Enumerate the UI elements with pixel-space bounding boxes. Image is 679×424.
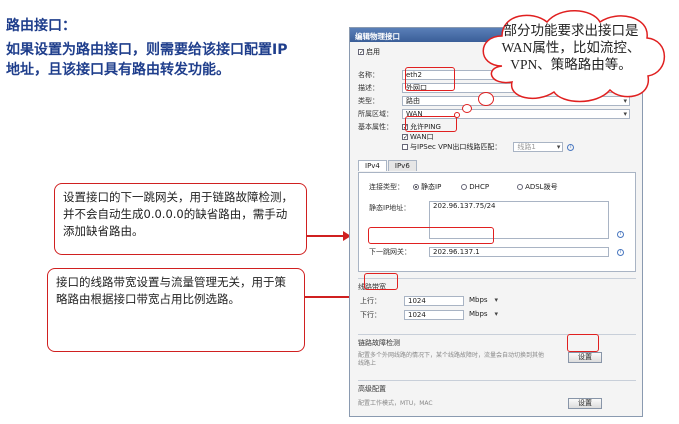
ipv4-panel: 连接类型： 静态IP DHCP ADSL拨号 静态IP地址： 202.96.13… (358, 172, 636, 272)
fault-button-highlight (567, 334, 599, 352)
up-field[interactable]: 1024 (404, 296, 464, 306)
advanced-title: 高级配置 (358, 385, 386, 393)
gateway-arrow (307, 231, 351, 241)
ip-info-icon: i (617, 231, 624, 238)
static-ip-radio[interactable] (413, 184, 419, 190)
conn-type-label: 连接类型： (369, 183, 404, 191)
adsl-option: ADSL拨号 (525, 183, 558, 191)
zone-label: 所属区域： (358, 110, 393, 118)
desc-highlight (405, 67, 455, 91)
ipsec-label: 与IPSec VPN出口线路匹配： (410, 143, 502, 151)
wan-label: WAN口 (410, 133, 434, 141)
down-field[interactable]: 1024 (404, 310, 464, 320)
cloud-callout-text: 部分功能要求出接口是WAN属性，比如流控、VPN、策略路由等。 (501, 23, 641, 72)
up-label: 上行： (360, 297, 381, 305)
fault-desc: 配置多个外网线路的情况下，某个线路故障时，流量会自动切换到其他线路上 (358, 352, 545, 367)
gateway-callout: 设置接口的下一跳网关，用于链路故障检测，并不会自动生成0.0.0.0的缺省路由，… (54, 183, 307, 255)
gateway-info-icon: i (617, 248, 624, 256)
down-label: 下行： (360, 311, 381, 319)
bandwidth-section: 线路带宽 上行： 1024 Mbps 下行： 1024 Mbps (358, 278, 636, 330)
cloud-bubble-medium (462, 104, 472, 113)
up-unit-select[interactable]: Mbps (466, 296, 500, 306)
cloud-bubble-small (454, 112, 460, 118)
info-icon: i (567, 143, 575, 151)
bandwidth-callout: 接口的线路带宽设置与流量管理无关，用于策略路由根据接口带宽占用比例选路。 (47, 268, 305, 352)
adsl-radio[interactable] (517, 184, 524, 190)
enable-label: 启用 (366, 48, 380, 56)
static-ip-addr-value: 202.96.137.75/24 (433, 202, 496, 210)
desc-label: 描述： (358, 84, 379, 92)
gateway-field[interactable]: 202.96.137.1 (429, 247, 609, 257)
slide-title: 路由接口： (6, 18, 76, 34)
bandwidth-arrow (305, 292, 357, 302)
ipsec-select[interactable]: 线路1 (513, 142, 564, 152)
tab-ipv6[interactable]: IPv6 (387, 160, 417, 171)
slide-body-text: 如果设置为路由接口，则需要给该接口配置IP地址，且该接口具有路由转发功能。 (6, 42, 288, 78)
static-ip-option: 静态IP (421, 183, 442, 191)
advanced-section: 高级配置 配置工作模式，MTU，MAC 设置 (358, 380, 636, 416)
dialog-title: 编辑物理接口 (355, 32, 400, 41)
bandwidth-title: 线路带宽 (358, 283, 386, 291)
cloud-bubble-large (478, 92, 494, 106)
down-unit-select[interactable]: Mbps (466, 310, 500, 320)
dhcp-radio[interactable] (461, 184, 468, 190)
dhcp-option: DHCP (469, 183, 490, 191)
type-label: 类型： (358, 97, 379, 105)
advanced-settings-button[interactable]: 设置 (568, 398, 602, 409)
ipsec-checkbox[interactable] (402, 144, 408, 150)
tab-ipv4[interactable]: IPv4 (358, 160, 387, 171)
ping-highlight (405, 116, 457, 132)
attr-label: 基本属性： (358, 123, 393, 131)
gateway-label: 下一跳网关： (369, 248, 411, 256)
bandwidth-highlight (364, 273, 398, 290)
static-ip-addr-label: 静态IP地址： (369, 204, 411, 212)
gateway-highlight (368, 227, 494, 244)
wan-checkbox[interactable]: ✓ (402, 134, 408, 141)
enable-checkbox[interactable]: ✓ (358, 49, 364, 56)
fault-settings-button[interactable]: 设置 (568, 352, 602, 363)
name-label: 名称： (358, 71, 379, 79)
